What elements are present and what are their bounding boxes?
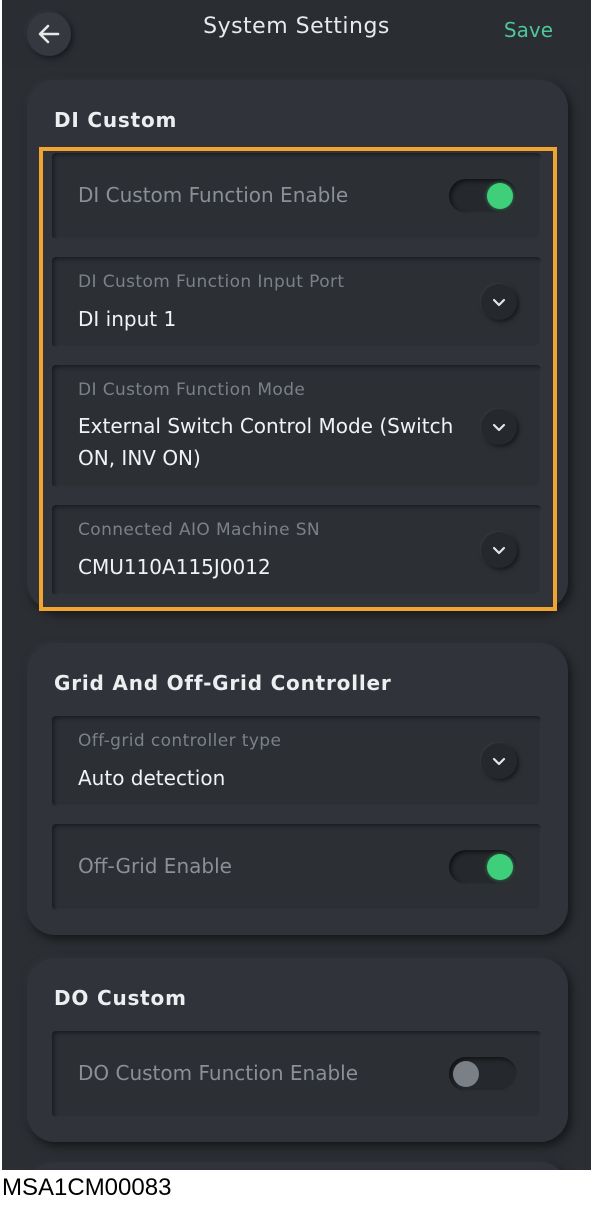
section-title-di-custom: DI Custom [54, 108, 178, 132]
do-custom-enable-label: DO Custom Function Enable [78, 1061, 359, 1085]
next-section-card [27, 1162, 568, 1170]
header-bar: System Settings Save [2, 0, 591, 66]
do-custom-enable-row: DO Custom Function Enable [52, 1031, 541, 1117]
off-grid-controller-type-dropdown[interactable] [481, 743, 517, 779]
section-title-do-custom: DO Custom [54, 986, 187, 1010]
toggle-knob [453, 1061, 479, 1087]
do-custom-enable-toggle[interactable] [449, 1057, 517, 1091]
off-grid-enable-row: Off-Grid Enable [52, 824, 541, 910]
image-caption: MSA1CM00083 [2, 1174, 172, 1201]
off-grid-controller-type-value: Auto detection [78, 766, 226, 790]
save-button[interactable]: Save [504, 18, 553, 42]
settings-screen: System Settings Save DI Custom DI Custom… [2, 0, 591, 1170]
toggle-knob [487, 854, 513, 880]
off-grid-controller-type-row[interactable]: Off-grid controller type Auto detection [52, 716, 541, 806]
page-title: System Settings [203, 14, 390, 39]
section-title-grid-off-grid: Grid And Off-Grid Controller [54, 671, 392, 695]
off-grid-controller-type-label: Off-grid controller type [78, 731, 282, 751]
off-grid-enable-toggle[interactable] [449, 850, 517, 884]
highlight-frame [39, 147, 557, 611]
do-custom-card: DO Custom DO Custom Function Enable [27, 958, 568, 1142]
grid-off-grid-card: Grid And Off-Grid Controller Off-grid co… [27, 643, 568, 935]
off-grid-enable-label: Off-Grid Enable [78, 854, 232, 878]
chevron-down-icon [492, 757, 506, 766]
